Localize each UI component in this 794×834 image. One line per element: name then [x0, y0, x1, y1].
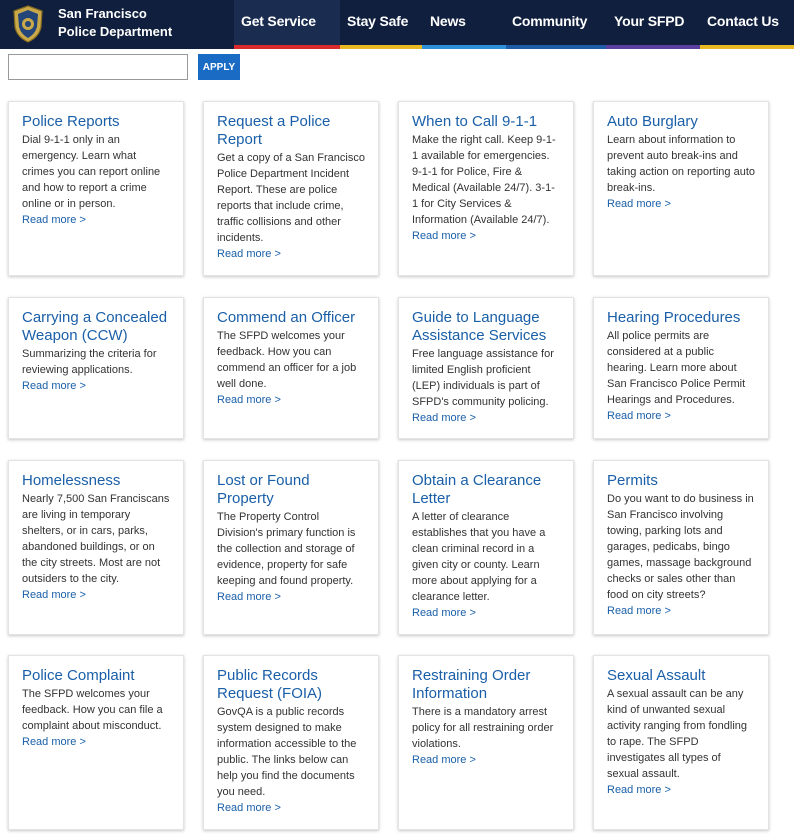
read-more-link[interactable]: Read more >	[607, 782, 755, 798]
brand-line-1: San Francisco	[58, 6, 147, 21]
card-title[interactable]: Obtain a Clearance Letter	[412, 472, 560, 508]
apply-button[interactable]: APPLY	[198, 54, 240, 80]
read-more-link[interactable]: Read more >	[607, 196, 755, 212]
card-description: The SFPD welcomes your feedback. How you…	[217, 330, 357, 390]
nav-label: Your SFPD	[614, 13, 685, 29]
service-card-clearance-letter[interactable]: Obtain a Clearance Letter A letter of cl…	[398, 460, 574, 635]
service-card-public-records-request[interactable]: Public Records Request (FOIA) GovQA is a…	[203, 655, 379, 830]
card-title[interactable]: When to Call 9-1-1	[412, 113, 560, 131]
card-title[interactable]: Permits	[607, 472, 755, 490]
card-title[interactable]: Lost or Found Property	[217, 472, 365, 508]
card-title[interactable]: Police Reports	[22, 113, 170, 131]
card-description: Free language assistance for limited Eng…	[412, 348, 554, 408]
brand-title[interactable]: San Francisco Police Department	[58, 5, 172, 41]
nav-accent-stripe	[422, 45, 506, 49]
nav-label: Community	[512, 13, 588, 29]
read-more-link[interactable]: Read more >	[217, 800, 365, 816]
nav-accent-stripe	[340, 45, 422, 49]
card-title[interactable]: Carrying a Concealed Weapon (CCW)	[22, 309, 170, 345]
service-card-concealed-weapon[interactable]: Carrying a Concealed Weapon (CCW) Summar…	[8, 297, 184, 439]
card-description: Get a copy of a San Francisco Police Dep…	[217, 152, 365, 244]
service-card-police-reports[interactable]: Police Reports Dial 9-1-1 only in an eme…	[8, 101, 184, 276]
read-more-link[interactable]: Read more >	[22, 212, 170, 228]
service-card-homelessness[interactable]: Homelessness Nearly 7,500 San Franciscan…	[8, 460, 184, 635]
card-title[interactable]: Public Records Request (FOIA)	[217, 667, 365, 703]
card-description: The Property Control Division's primary …	[217, 511, 356, 587]
top-navigation-bar: San Francisco Police Department Get Serv…	[0, 0, 794, 49]
service-card-permits[interactable]: Permits Do you want to do business in Sa…	[593, 460, 769, 635]
brand-line-2: Police Department	[58, 24, 173, 39]
nav-accent-stripe	[506, 45, 606, 49]
card-title[interactable]: Police Complaint	[22, 667, 170, 685]
read-more-link[interactable]: Read more >	[412, 752, 560, 768]
read-more-link[interactable]: Read more >	[22, 378, 170, 394]
read-more-link[interactable]: Read more >	[22, 734, 170, 750]
nav-your-sfpd[interactable]: Your SFPD	[606, 0, 700, 49]
card-description: All police permits are considered at a p…	[607, 330, 746, 406]
nav-contact-us[interactable]: Contact Us	[700, 0, 794, 49]
nav-accent-stripe	[234, 45, 340, 49]
card-description: The SFPD welcomes your feedback. How you…	[22, 688, 163, 732]
card-title[interactable]: Request a Police Report	[217, 113, 365, 149]
service-card-hearing-procedures[interactable]: Hearing Procedures All police permits ar…	[593, 297, 769, 439]
read-more-link[interactable]: Read more >	[217, 246, 365, 262]
card-description: Nearly 7,500 San Franciscans are living …	[22, 493, 170, 585]
service-card-when-to-call-911[interactable]: When to Call 9-1-1 Make the right call. …	[398, 101, 574, 276]
service-card-commend-officer[interactable]: Commend an Officer The SFPD welcomes you…	[203, 297, 379, 439]
service-card-request-police-report[interactable]: Request a Police Report Get a copy of a …	[203, 101, 379, 276]
sfpd-badge-icon[interactable]	[12, 5, 44, 43]
card-title[interactable]: Commend an Officer	[217, 309, 365, 327]
nav-label: Get Service	[241, 13, 316, 29]
service-card-sexual-assault[interactable]: Sexual Assault A sexual assault can be a…	[593, 655, 769, 830]
nav-news[interactable]: News	[422, 0, 506, 49]
card-description: There is a mandatory arrest policy for a…	[412, 706, 554, 750]
card-title[interactable]: Homelessness	[22, 472, 170, 490]
card-description: Make the right call. Keep 9-1-1 availabl…	[412, 134, 556, 226]
card-title[interactable]: Hearing Procedures	[607, 309, 755, 327]
card-title[interactable]: Guide to Language Assistance Services	[412, 309, 560, 345]
nav-label: Contact Us	[707, 13, 779, 29]
card-description: GovQA is a public records system designe…	[217, 706, 357, 798]
nav-get-service[interactable]: Get Service	[234, 0, 340, 49]
service-card-police-complaint[interactable]: Police Complaint The SFPD welcomes your …	[8, 655, 184, 830]
card-description: Do you want to do business in San Franci…	[607, 493, 754, 601]
nav-label: News	[430, 13, 466, 29]
card-title[interactable]: Restraining Order Information	[412, 667, 560, 703]
card-description: A letter of clearance establishes that y…	[412, 511, 546, 603]
read-more-link[interactable]: Read more >	[217, 589, 365, 605]
read-more-link[interactable]: Read more >	[607, 408, 755, 424]
read-more-link[interactable]: Read more >	[217, 392, 365, 408]
nav-accent-stripe	[700, 45, 794, 49]
card-description: Dial 9-1-1 only in an emergency. Learn w…	[22, 134, 161, 210]
service-card-language-assistance[interactable]: Guide to Language Assistance Services Fr…	[398, 297, 574, 439]
read-more-link[interactable]: Read more >	[607, 603, 755, 619]
service-card-auto-burglary[interactable]: Auto Burglary Learn about information to…	[593, 101, 769, 276]
card-description: Summarizing the criteria for reviewing a…	[22, 348, 157, 376]
card-title[interactable]: Auto Burglary	[607, 113, 755, 131]
search-input[interactable]	[8, 54, 188, 80]
card-description: A sexual assault can be any kind of unwa…	[607, 688, 748, 780]
read-more-link[interactable]: Read more >	[412, 605, 560, 621]
card-description: Learn about information to prevent auto …	[607, 134, 755, 194]
service-card-lost-found-property[interactable]: Lost or Found Property The Property Cont…	[203, 460, 379, 635]
nav-community[interactable]: Community	[506, 0, 606, 49]
nav-accent-stripe	[606, 45, 700, 49]
read-more-link[interactable]: Read more >	[22, 587, 170, 603]
nav-stay-safe[interactable]: Stay Safe	[340, 0, 422, 49]
nav-label: Stay Safe	[347, 13, 409, 29]
read-more-link[interactable]: Read more >	[412, 410, 560, 426]
card-title[interactable]: Sexual Assault	[607, 667, 755, 685]
service-card-restraining-order[interactable]: Restraining Order Information There is a…	[398, 655, 574, 830]
read-more-link[interactable]: Read more >	[412, 228, 560, 244]
